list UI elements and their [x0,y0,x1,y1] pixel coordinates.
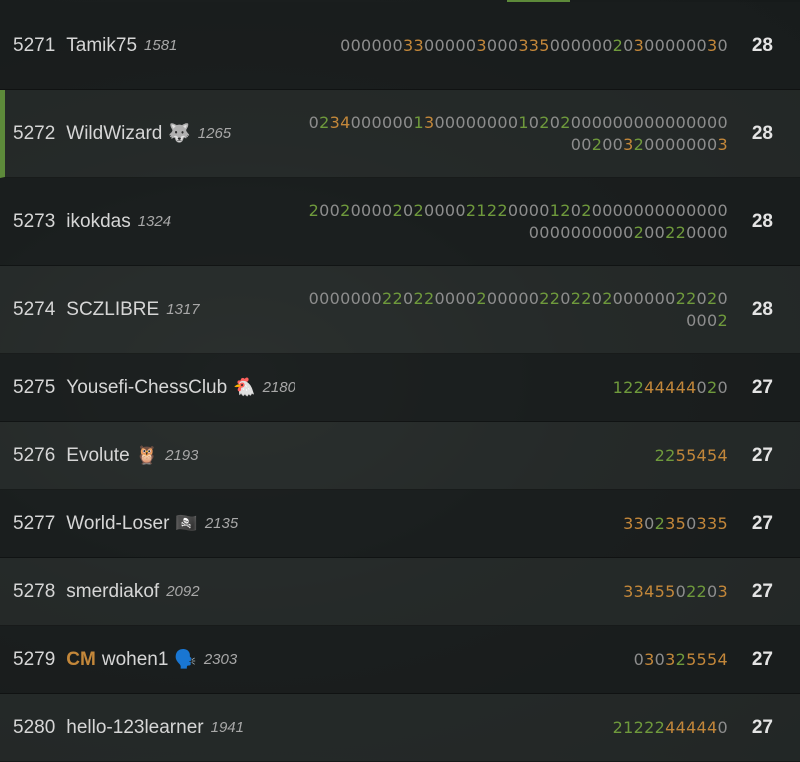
score-sheet-digits: 21222444440 [612,717,728,737]
player-rank: 5279 [13,648,56,670]
player-rank: 5276 [13,444,56,466]
standings-row[interactable]: 5278 smerdiakof 2092 3345502203 27 [0,558,800,626]
score-sheet: 2002000020200002122000012020000000000000… [303,178,728,265]
standings-table: 5271 Tamik75 1581 0000003300000300033500… [0,2,800,762]
player-rating: 2135 [204,515,239,532]
pirate-flag-icon: 🏴‍☠️ [175,513,198,533]
player-rank: 5272 [13,122,56,144]
player-total-score: 27 [751,512,773,534]
player-name[interactable]: Tamik75 [66,35,137,57]
player-name[interactable]: ikokdas [66,211,130,233]
speaking-head-icon: 🗣️ [174,649,197,669]
player-rank: 5273 [13,210,56,232]
score-sheet: 0000003300000300033500000020300000030 [303,2,728,89]
player-name[interactable]: World-Loser [66,513,169,535]
player-cell: 5274 SCZLIBRE 1317 [13,266,200,353]
standings-row[interactable]: 5276 Evolute 🦉 2193 2255454 27 [0,422,800,490]
player-rank: 5280 [13,716,56,738]
player-rating: 2193 [165,447,199,464]
player-cell: 5276 Evolute 🦉 2193 [13,422,198,489]
score-sheet-digits: 12244444020 [612,377,728,397]
score-sheet: 2255454 [655,422,728,489]
standings-row[interactable]: 5275 Yousefi-ChessClub 🐔 2180 1224444402… [0,354,800,422]
chicken-icon: 🐔 [233,377,256,397]
standings-row[interactable]: 5273 ikokdas 1324 2002000020200002122000… [0,178,800,266]
player-rating: 1941 [210,719,244,736]
score-sheet-digits: 0234000000130000000010202000000000000 [308,112,697,132]
player-name[interactable]: hello-123learner [66,717,203,739]
player-rating: 1265 [197,125,232,142]
score-sheet-digits: 3302350335 [623,513,728,533]
standings-row[interactable]: 5280 hello-123learner 1941 21222444440 2… [0,694,800,762]
player-rank: 5277 [13,512,56,534]
player-title-badge: CM [66,648,96,670]
player-name[interactable]: wohen1 [102,649,169,671]
player-name[interactable]: SCZLIBRE [66,299,159,321]
score-sheet-digits: 030325554 [633,649,728,669]
player-rating: 2180 [262,379,295,396]
player-name[interactable]: Yousefi-ChessClub [66,377,227,399]
player-cell: 5271 Tamik75 1581 [13,2,177,89]
player-rank: 5278 [13,580,56,602]
player-total-score: 28 [751,34,773,56]
standings-row-me[interactable]: 5272 WildWizard 🐺 1265 02340000001300000… [0,90,800,178]
player-cell: 5277 World-Loser 🏴‍☠️ 2135 [13,490,238,557]
score-sheet: 0234000000130000000010202000000000000000… [303,90,728,177]
score-sheet-digits: 200200002020000212200001202000000000000 [308,200,718,220]
player-total-score: 28 [751,122,773,144]
player-total-score: 28 [751,210,773,232]
wolf-icon: 🐺 [168,123,191,143]
score-sheet: 030325554 [634,626,728,693]
player-total-score: 27 [751,716,773,738]
score-sheet: 3345502203 [623,558,728,625]
score-sheet-digits: 000000330000030003350000002030000003 [340,35,718,55]
score-sheet-digits-wrap: 0 [717,35,728,55]
player-cell: 5273 ikokdas 1324 [13,178,171,265]
player-rating: 1324 [137,213,172,230]
player-rating: 1581 [144,37,178,54]
player-cell: 5279 CM wohen1 🗣️ 2303 [13,626,237,693]
player-name[interactable]: smerdiakof [66,581,159,603]
player-cell: 5278 smerdiakof 2092 [13,558,200,625]
owl-icon: 🦉 [135,445,159,465]
player-rating: 2092 [166,583,200,600]
standings-row[interactable]: 5271 Tamik75 1581 0000003300000300033500… [0,2,800,90]
score-sheet-digits: 3345502203 [623,581,728,601]
score-sheet: 0000000220220000200000220220200000022020… [303,266,728,353]
player-cell: 5275 Yousefi-ChessClub 🐔 2180 [13,354,295,421]
player-name[interactable]: Evolute [66,445,129,467]
player-rank: 5271 [13,34,56,56]
player-rank: 5274 [13,298,56,320]
player-rating: 2303 [203,651,238,668]
standings-row[interactable]: 5274 SCZLIBRE 1317 000000022022000020000… [0,266,800,354]
player-total-score: 28 [751,298,773,320]
score-sheet-digits: 2255454 [654,445,728,465]
player-cell: 5272 WildWizard 🐺 1265 [13,90,231,177]
player-rating: 1317 [166,301,200,318]
player-name[interactable]: WildWizard [66,123,162,145]
player-total-score: 27 [751,580,773,602]
player-cell: 5280 hello-123learner 1941 [13,694,244,761]
player-total-score: 27 [751,376,773,398]
player-total-score: 27 [751,648,773,670]
score-sheet-digits: 0000000220220000200000220220200000022 [308,288,697,308]
standings-row[interactable]: 5279 CM wohen1 🗣️ 2303 030325554 27 [0,626,800,694]
score-sheet: 3302350335 [623,490,728,557]
standings-row[interactable]: 5277 World-Loser 🏴‍☠️ 2135 3302350335 27 [0,490,800,558]
player-total-score: 27 [751,444,773,466]
score-sheet: 12244444020 [613,354,728,421]
score-sheet: 21222444440 [613,694,728,761]
player-rank: 5275 [13,376,56,398]
